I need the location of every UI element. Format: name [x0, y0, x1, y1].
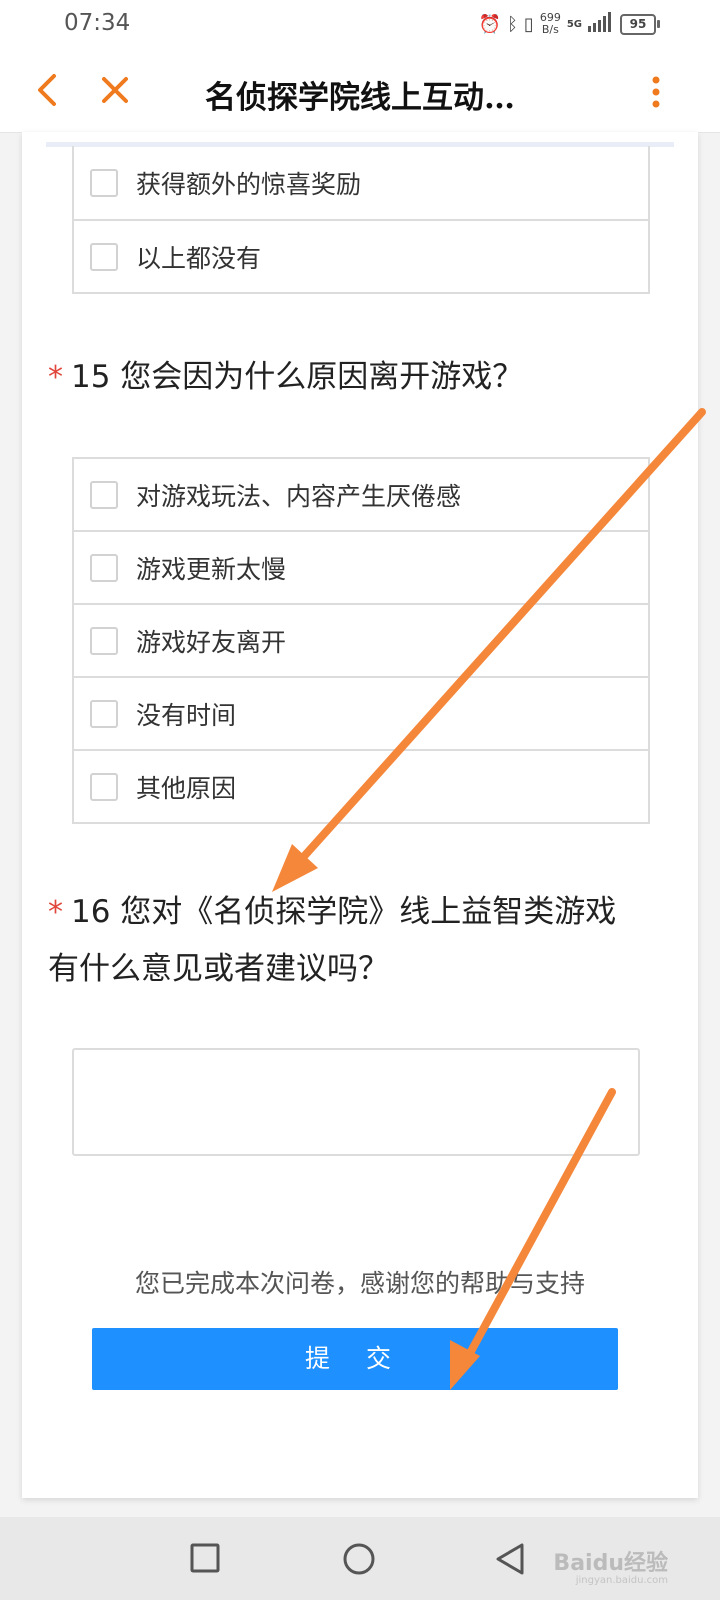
q15-options: 对游戏玩法、内容产生厌倦感 游戏更新太慢 游戏好友离开 没有时间 其他原因 — [72, 457, 650, 824]
option-label: 没有时间 — [136, 700, 237, 730]
q16-title-text: 16 您对《名侦探学院》线上益智类游戏有什么意见或者建议吗？ — [48, 894, 617, 987]
checkbox[interactable] — [90, 699, 118, 728]
status-time: 07:34 — [64, 10, 131, 36]
q15-title-text: 15 您会因为什么原因离开游戏？ — [71, 359, 524, 395]
option-label: 其他原因 — [136, 773, 237, 803]
option-label: 以上都没有 — [136, 243, 262, 273]
navigation-bar: 名侦探学院线上互动… — [0, 50, 720, 133]
more-icon[interactable] — [644, 72, 668, 112]
close-icon[interactable] — [98, 70, 132, 110]
required-mark: * — [48, 895, 63, 930]
q16-answer-textarea[interactable] — [72, 1048, 640, 1156]
back-icon[interactable] — [32, 68, 68, 112]
q15-title: * 15 您会因为什么原因离开游戏？ — [48, 349, 648, 406]
battery-icon: 95 — [620, 13, 660, 35]
survey-card: 获得额外的惊喜奖励 以上都没有 * 15 您会因为什么原因离开游戏？ 对游戏玩法、… — [22, 132, 698, 1498]
status-bar: 07:34 ⏰ ᛒ ▯ 699 B/s 5G 95 — [0, 0, 720, 50]
vibrate-icon: ▯ — [523, 13, 534, 35]
q16-title: * 16 您对《名侦探学院》线上益智类游戏有什么意见或者建议吗？ — [48, 884, 628, 997]
q15-option-2[interactable]: 游戏更新太慢 — [74, 530, 648, 603]
watermark-logo: Baidu经验 — [553, 1551, 668, 1576]
signal-icon — [588, 12, 614, 36]
checkbox[interactable] — [90, 553, 118, 582]
net-speed: 699 B/s — [540, 12, 561, 36]
network-type: 5G — [566, 18, 582, 30]
q14-options: 获得额外的惊喜奖励 以上都没有 — [72, 146, 650, 294]
q15-option-4[interactable]: 没有时间 — [74, 676, 648, 749]
checkbox[interactable] — [90, 772, 118, 801]
alarm-icon: ⏰ — [478, 13, 502, 35]
checkbox[interactable] — [90, 242, 118, 271]
system-navigation-bar: Baidu经验 jingyan.baidu.com — [0, 1517, 720, 1600]
option-label: 游戏更新太慢 — [136, 554, 287, 584]
q15-option-5[interactable]: 其他原因 — [74, 749, 648, 822]
option-label: 游戏好友离开 — [136, 627, 287, 657]
option-label: 对游戏玩法、内容产生厌倦感 — [136, 481, 462, 511]
q14-option-1[interactable]: 获得额外的惊喜奖励 — [74, 146, 648, 219]
q15-option-1[interactable]: 对游戏玩法、内容产生厌倦感 — [74, 457, 648, 530]
home-icon[interactable] — [341, 1541, 377, 1577]
checkbox[interactable] — [90, 480, 118, 509]
q15-option-3[interactable]: 游戏好友离开 — [74, 603, 648, 676]
back-nav-icon[interactable] — [492, 1541, 528, 1577]
q14-option-2[interactable]: 以上都没有 — [74, 219, 648, 292]
page-title: 名侦探学院线上互动… — [205, 80, 515, 116]
recent-apps-icon[interactable] — [188, 1541, 224, 1577]
submit-button[interactable]: 提 交 — [92, 1328, 618, 1390]
required-mark: * — [48, 360, 63, 395]
option-label: 获得额外的惊喜奖励 — [136, 169, 362, 199]
checkbox[interactable] — [90, 168, 118, 197]
checkbox[interactable] — [90, 626, 118, 655]
bluetooth-icon: ᛒ — [507, 13, 518, 35]
watermark-url: jingyan.baidu.com — [575, 1575, 668, 1586]
net-speed-unit: B/s — [541, 23, 559, 36]
status-icons: ⏰ ᛒ ▯ 699 B/s 5G 95 — [478, 10, 660, 38]
completion-message: 您已完成本次问卷，感谢您的帮助与支持 — [134, 1269, 585, 1298]
